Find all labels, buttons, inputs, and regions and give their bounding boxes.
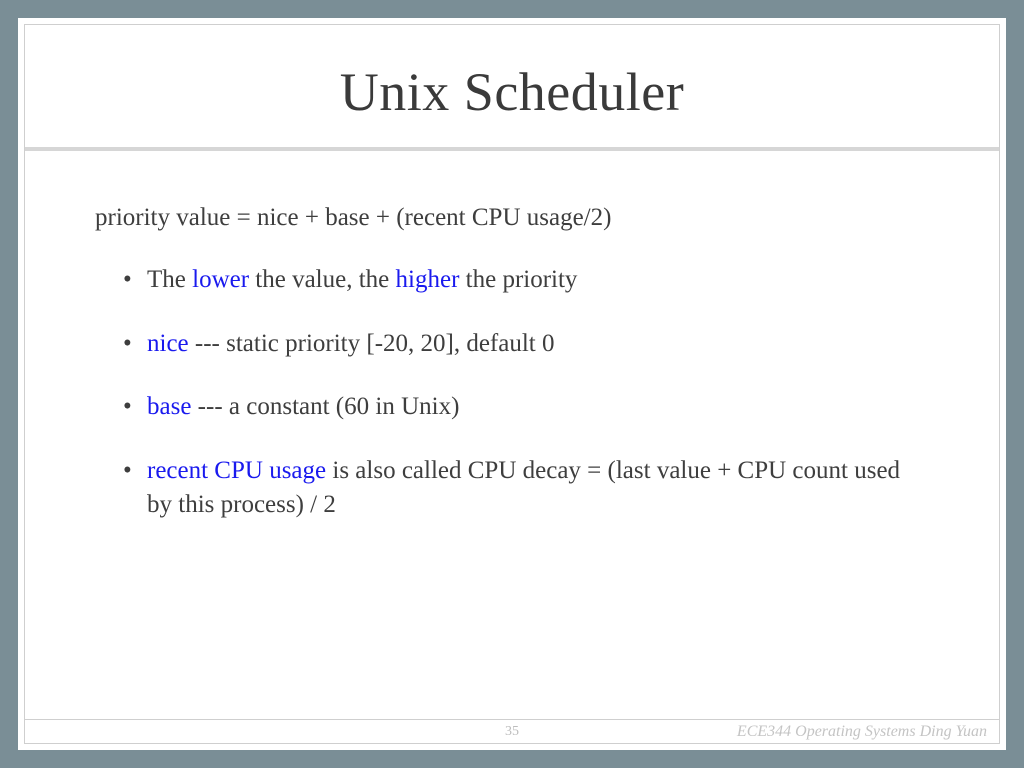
bullet-item: base --- a constant (60 in Unix)	[123, 390, 929, 424]
bullet-item: The lower the value, the higher the prio…	[123, 263, 929, 297]
body-text: --- static priority [-20, 20], default 0	[189, 330, 555, 357]
bullet-item: nice --- static priority [-20, 20], defa…	[123, 327, 929, 361]
highlight-text: nice	[147, 330, 189, 357]
slide-frame: Unix Scheduler priority value = nice + b…	[18, 18, 1006, 750]
slide-title: Unix Scheduler	[45, 61, 979, 123]
highlight-text: higher	[396, 266, 460, 293]
body-text: the priority	[459, 266, 577, 293]
course-footer: ECE344 Operating Systems Ding Yuan	[737, 723, 987, 741]
highlight-text: base	[147, 393, 191, 420]
formula-text: priority value = nice + base + (recent C…	[95, 201, 929, 235]
bullet-list: The lower the value, the higher the prio…	[95, 263, 929, 522]
highlight-text: recent CPU usage	[147, 457, 326, 484]
content-region: priority value = nice + base + (recent C…	[25, 151, 999, 719]
bullet-item: recent CPU usage is also called CPU deca…	[123, 454, 929, 522]
body-text: The	[147, 266, 192, 293]
footer: 35 ECE344 Operating Systems Ding Yuan	[25, 719, 999, 743]
body-text: the value, the	[249, 266, 395, 293]
title-region: Unix Scheduler	[25, 25, 999, 147]
highlight-text: lower	[192, 266, 249, 293]
body-text: --- a constant (60 in Unix)	[191, 393, 459, 420]
slide-inner: Unix Scheduler priority value = nice + b…	[24, 24, 1000, 744]
